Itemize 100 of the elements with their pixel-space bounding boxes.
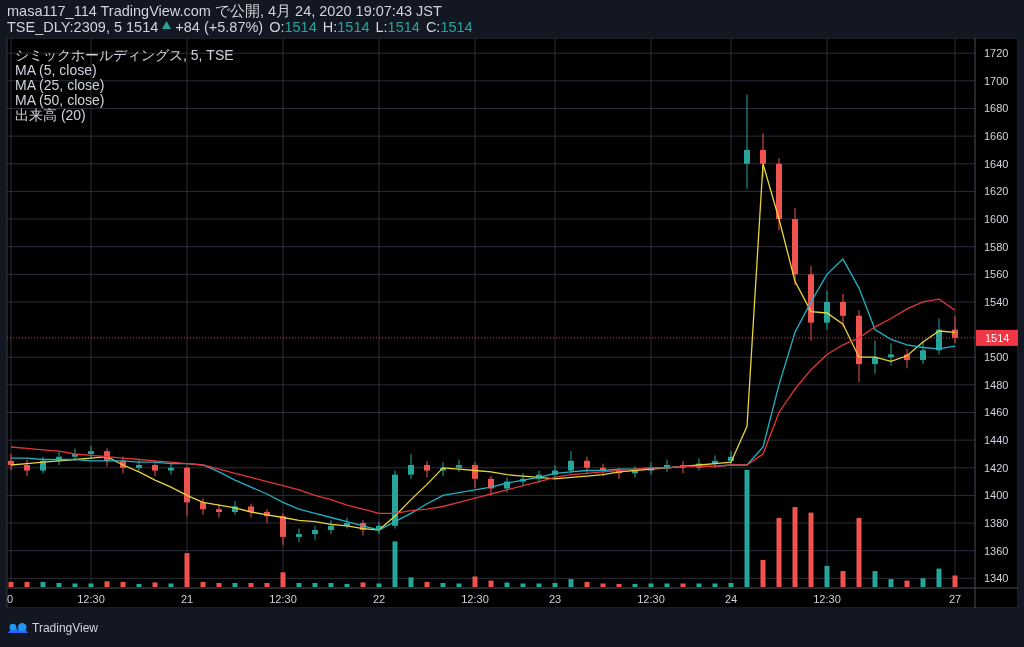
volume-bar [104,581,110,587]
time-axis-label: 21 [180,593,194,605]
candlestick [712,454,718,469]
volume-bar [472,576,478,587]
price-axis-label: 1580 [984,240,1009,253]
candlestick [872,340,878,375]
candlestick [232,500,238,516]
volume-bar [664,583,670,587]
price-axis-label: 1700 [984,74,1009,87]
price-axis-label: 1340 [984,572,1009,585]
volume-bar [840,571,846,587]
candlestick [248,503,254,518]
candlestick [184,465,190,517]
candlestick [936,318,942,355]
volume-bar [520,583,526,587]
up-triangle-icon [162,21,172,29]
candlestick [72,447,78,462]
price-axis-label: 1680 [984,102,1009,115]
time-axis-label: 0 [7,593,14,605]
candlestick [648,461,654,476]
candlestick [376,521,382,535]
current-price-label: 1514 [985,331,1010,344]
candlestick [824,290,830,331]
price-axis-label: 1360 [984,544,1009,557]
price-axis-label: 1620 [984,185,1009,198]
volume-bar [88,583,94,587]
volume-bar [456,583,462,587]
candlestick [328,519,334,535]
price-axis-label: 1640 [984,157,1009,170]
ohlc-value: 1514 [387,19,420,35]
volume-bar [632,583,638,587]
candlestick [760,132,766,179]
candlestick [552,464,558,480]
volume-bar [376,583,382,587]
volume-bar [280,572,286,587]
ohlc-label: H: [322,19,338,35]
volume-bar [616,583,622,587]
time-axis-label: 24 [724,593,738,605]
candlestick [152,460,158,477]
price-change: +84 (+5.87%) [175,19,264,35]
volume-bar [312,583,318,587]
volume-bar [488,580,494,587]
candlestick [392,470,398,530]
volume-bar [568,579,574,587]
volume-bar [728,583,734,587]
candlestick [200,497,206,516]
candlestick [40,456,46,474]
candlestick [920,340,926,365]
ohlc-label: C: [425,19,441,35]
volume-bar [920,578,926,587]
price-axis-label: 1480 [984,378,1009,391]
volume-bar [40,581,46,587]
price-axis-label: 1660 [984,130,1009,143]
candlestick [584,456,590,474]
cloud-logo-icon [7,621,29,634]
volume-bar [328,583,334,587]
legend-item: MA (25, close) [15,78,106,93]
volume-bar [120,581,126,587]
candlestick [104,447,110,467]
candlestick [728,450,734,466]
ohlc-value: 1514 [284,19,317,35]
volume-bar [200,581,206,587]
volume-bar [136,583,142,587]
candlestick [488,475,494,496]
volume-bar [216,583,222,587]
volume-bar [184,553,190,587]
time-axis-label: 12:30 [269,593,297,605]
volume-bar [408,577,414,587]
volume-bar [264,583,270,587]
candlestick [264,508,270,524]
price-axis-label: 1560 [984,268,1009,281]
candlestick [504,476,510,494]
volume-bar [504,582,510,587]
price-axis-label: 1540 [984,295,1009,308]
candlestick [56,450,62,466]
volume-bar [360,582,366,587]
volume-bar [56,583,62,587]
volume-bar [552,583,558,587]
candlestick [696,457,702,472]
volume-bar [440,583,446,587]
time-axis-label: 23 [548,593,562,605]
symbol-caption: TSE_DLY:2309, 5 1514 [7,19,159,35]
volume-bar [776,517,782,587]
volume-bar [872,571,878,587]
candlestick [168,461,174,476]
candlestick [280,512,286,546]
candlestick [632,465,638,478]
time-axis-label: 12:30 [813,593,841,605]
volume-bar [248,583,254,587]
volume-bar [856,517,862,587]
volume-bar [24,581,30,587]
candlestick [344,517,350,530]
price-axis-label: 1720 [984,47,1009,60]
candlestick [216,503,222,518]
volume-bar [952,575,958,587]
price-axis-label: 1440 [984,434,1009,447]
volume-bar [760,559,766,587]
volume-bar [72,583,78,587]
candlestick [520,472,526,487]
candlestick [952,315,958,344]
